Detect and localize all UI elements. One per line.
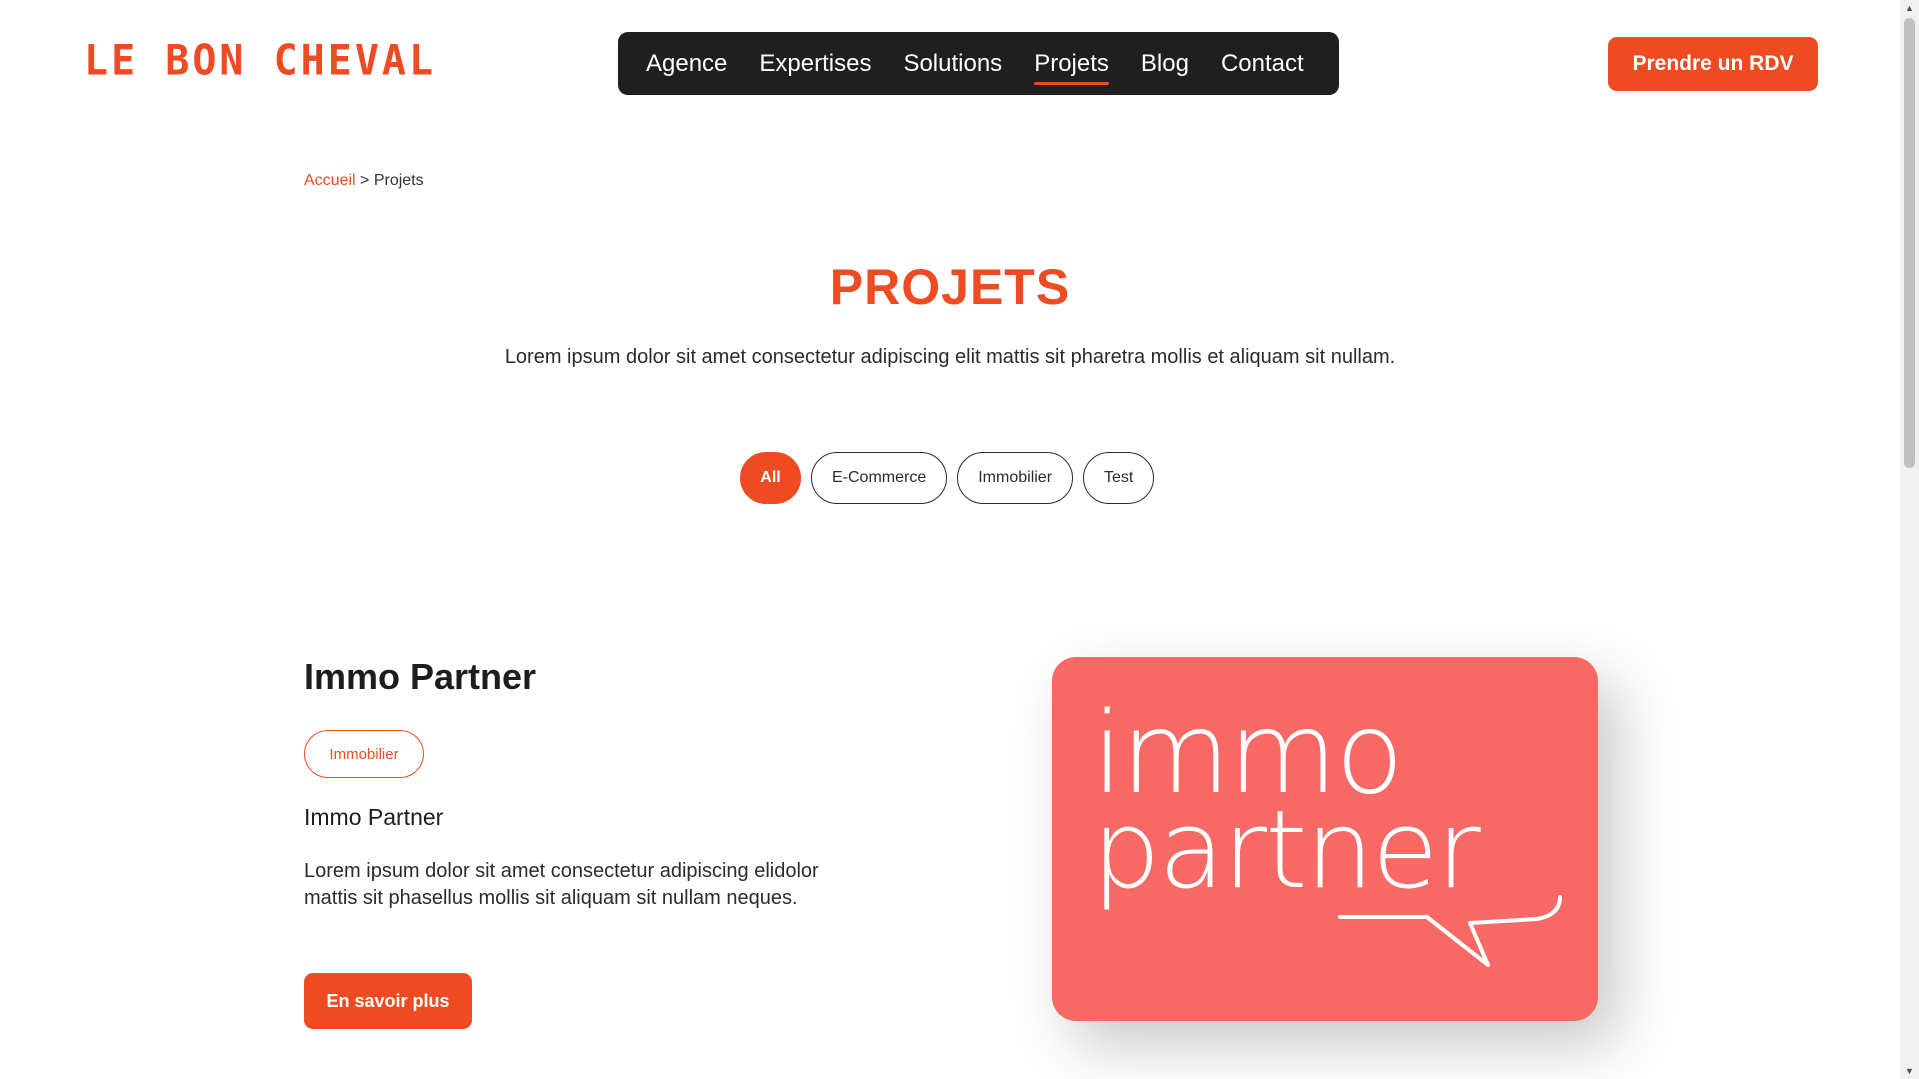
scrollbar-thumb[interactable] xyxy=(1904,18,1915,468)
page-title: PROJETS xyxy=(829,259,1071,315)
filter-e-commerce[interactable]: E-Commerce xyxy=(811,452,948,504)
project-filters: All E-Commerce Immobilier Test xyxy=(740,452,1155,504)
project-subtitle: Immo Partner xyxy=(304,804,444,830)
breadcrumb-home-link[interactable]: Accueil xyxy=(304,172,356,189)
filter-immobilier[interactable]: Immobilier xyxy=(957,452,1074,504)
project-title: Immo Partner xyxy=(304,656,537,697)
nav-item-solutions[interactable]: Solutions xyxy=(903,51,1002,76)
nav-item-agence[interactable]: Agence xyxy=(646,51,727,76)
scroll-down-arrow-icon[interactable]: ▼ xyxy=(1900,1063,1919,1079)
project-image[interactable]: immo partner xyxy=(1052,657,1598,1021)
nav-item-contact[interactable]: Contact xyxy=(1221,51,1304,76)
page-intro: Lorem ipsum dolor sit amet consectetur a… xyxy=(504,346,1396,368)
brand-logo[interactable]: LE BON CHEVAL xyxy=(84,37,436,85)
breadcrumb-current: Projets xyxy=(373,172,424,189)
project-description: Lorem ipsum dolor sit amet consectetur a… xyxy=(304,860,819,909)
filter-all[interactable]: All xyxy=(740,452,801,504)
main-nav: Agence Expertises Solutions Projets Blog… xyxy=(618,32,1339,95)
vertical-scrollbar[interactable]: ▲ ▼ xyxy=(1900,0,1919,1079)
project-category-tag[interactable]: Immobilier xyxy=(304,730,424,778)
nav-item-blog[interactable]: Blog xyxy=(1141,51,1189,76)
logo-word-partner: partner xyxy=(1092,788,1481,913)
learn-more-button[interactable]: En savoir plus xyxy=(304,973,472,1029)
nav-item-projets[interactable]: Projets xyxy=(1034,51,1109,85)
breadcrumb-separator: > xyxy=(360,172,370,189)
nav-item-expertises[interactable]: Expertises xyxy=(759,51,871,76)
book-appointment-button[interactable]: Prendre un RDV xyxy=(1608,37,1818,91)
scroll-up-arrow-icon[interactable]: ▲ xyxy=(1900,0,1919,16)
page: LE BON CHEVAL Agence Expertises Solution… xyxy=(0,0,1900,1079)
filter-test[interactable]: Test xyxy=(1083,452,1155,504)
breadcrumb: Accueil > Projets xyxy=(304,172,424,190)
immo-partner-logo: immo partner xyxy=(1092,689,1562,967)
